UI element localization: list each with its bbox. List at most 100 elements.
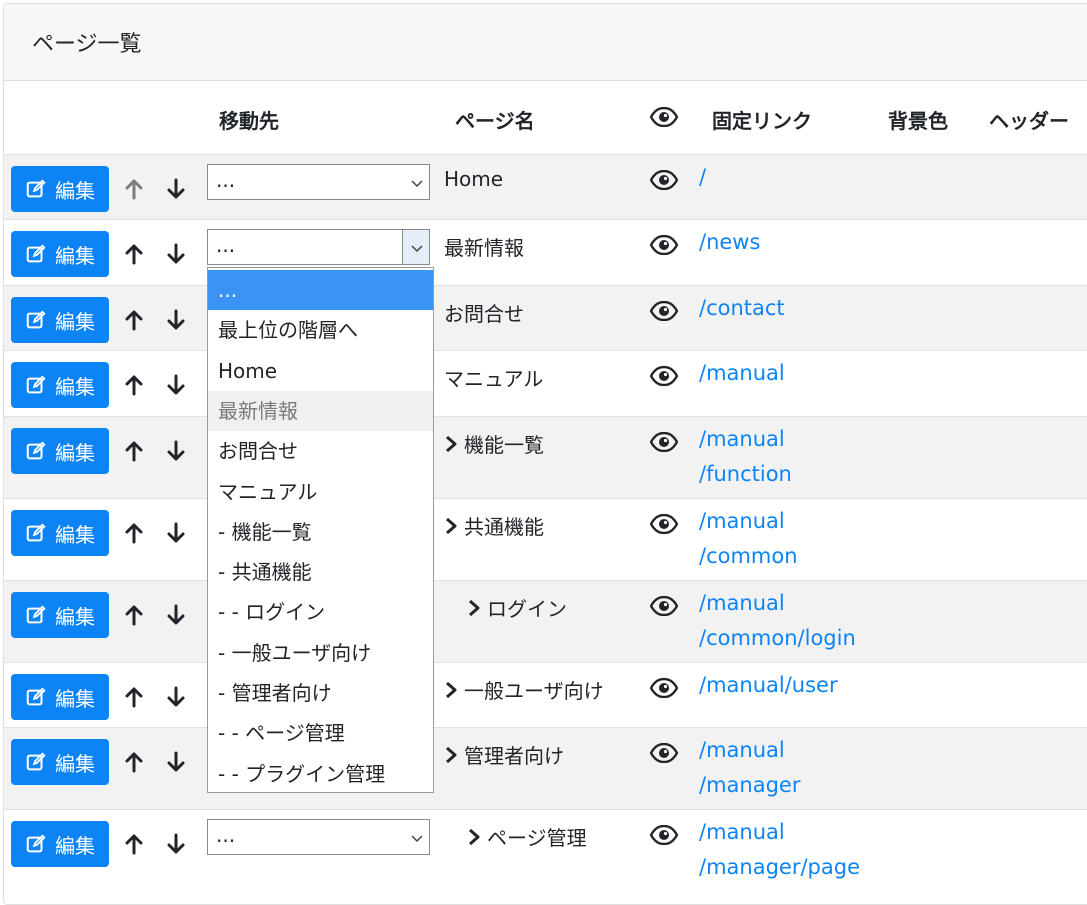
permalink-line-1[interactable]: /manual — [699, 504, 798, 539]
permalink-line-2[interactable]: /function — [699, 457, 792, 492]
edit-button[interactable]: 編集 — [11, 166, 109, 212]
dropdown-option: 最新情報 — [208, 390, 433, 431]
eye-icon[interactable] — [649, 234, 679, 256]
table-row: 編集... Home / — [4, 154, 1087, 220]
eye-icon[interactable] — [649, 595, 679, 617]
eye-icon[interactable] — [649, 300, 679, 322]
header-visibility-eye-icon — [649, 106, 679, 132]
eye-icon[interactable] — [649, 365, 679, 387]
move-down-arrow-icon[interactable] — [164, 439, 188, 463]
move-down-arrow-icon[interactable] — [164, 242, 188, 266]
header-page-name: ページ名 — [455, 109, 535, 133]
dropdown-option[interactable]: - 一般ユーザ向け — [208, 633, 433, 673]
edit-button[interactable]: 編集 — [11, 231, 109, 277]
permalink-line-1[interactable]: /manual — [699, 356, 785, 391]
permalink-line-2[interactable]: /common — [699, 539, 798, 574]
edit-button[interactable]: 編集 — [11, 821, 109, 867]
move-down-arrow-icon[interactable] — [164, 308, 188, 332]
dropdown-option[interactable]: - - ログイン — [208, 592, 433, 632]
permalink-link[interactable]: /manual — [699, 356, 785, 391]
permalink-link[interactable]: /manual/common — [699, 504, 798, 574]
permalink-line-1[interactable]: /manual — [699, 586, 856, 621]
move-down-arrow-icon[interactable] — [164, 685, 188, 709]
page-name-cell: 一般ユーザ向け — [444, 675, 604, 704]
header-bg-color: 背景色 — [888, 109, 948, 133]
page-name: 機能一覧 — [464, 433, 544, 457]
permalink-link[interactable]: /news — [699, 225, 760, 260]
edit-button[interactable]: 編集 — [11, 510, 109, 556]
table-row: 編集 管理者向け/manual/manager — [4, 727, 1087, 810]
move-up-arrow-icon[interactable] — [122, 439, 146, 463]
permalink-link[interactable]: /manual/function — [699, 422, 792, 492]
dropdown-option[interactable]: - - プラグイン管理 — [208, 754, 433, 794]
move-up-arrow-icon[interactable] — [122, 242, 146, 266]
table-row: 編集 機能一覧/manual/function — [4, 416, 1087, 499]
eye-icon[interactable] — [649, 742, 679, 764]
eye-icon[interactable] — [649, 677, 679, 699]
edit-icon — [25, 243, 47, 265]
header-move-to: 移動先 — [219, 109, 279, 133]
move-down-arrow-icon[interactable] — [164, 832, 188, 856]
dropdown-option[interactable]: - - ページ管理 — [208, 713, 433, 753]
move-up-arrow-icon[interactable] — [122, 685, 146, 709]
permalink-line-2[interactable]: /manager — [699, 768, 800, 803]
permalink-line-2[interactable]: /common/login — [699, 621, 856, 656]
edit-button[interactable]: 編集 — [11, 428, 109, 474]
dropdown-option[interactable]: - 管理者向け — [208, 673, 433, 713]
edit-button-label: 編集 — [55, 751, 95, 776]
move-down-arrow-icon[interactable] — [164, 177, 188, 201]
permalink-line-1[interactable]: /manual — [699, 422, 792, 457]
edit-button[interactable]: 編集 — [11, 592, 109, 638]
permalink-line-1[interactable]: /manual — [699, 815, 860, 850]
move-to-select[interactable]: ... — [207, 819, 430, 855]
move-up-arrow-icon[interactable] — [122, 521, 146, 545]
dropdown-option[interactable]: 最上位の階層へ — [208, 310, 433, 350]
eye-icon[interactable] — [649, 431, 679, 453]
eye-icon[interactable] — [649, 513, 679, 535]
dropdown-option[interactable]: - 機能一覧 — [208, 512, 433, 552]
page-name: 共通機能 — [464, 515, 544, 539]
permalink-line-2[interactable]: /manager/page — [699, 850, 860, 885]
dropdown-option[interactable]: Home — [208, 351, 433, 391]
move-down-arrow-icon[interactable] — [164, 373, 188, 397]
move-to-select[interactable]: ... — [207, 164, 430, 200]
move-down-arrow-icon[interactable] — [164, 521, 188, 545]
permalink-link[interactable]: /manual/user — [699, 668, 838, 703]
permalink-line-1[interactable]: /contact — [699, 291, 785, 326]
move-down-arrow-icon[interactable] — [164, 603, 188, 627]
page-name-cell: マニュアル — [444, 363, 543, 392]
permalink-link[interactable]: /manual/common/login — [699, 586, 856, 656]
move-up-arrow-icon[interactable] — [122, 308, 146, 332]
permalink-line-1[interactable]: /news — [699, 225, 760, 260]
move-to-dropdown-list[interactable]: ... 最上位の階層へ Home 最新情報 お問合せ マニュアル - 機能一覧 - 共通機能 -… — [207, 267, 434, 793]
dropdown-option[interactable]: - 共通機能 — [208, 552, 433, 592]
chevron-right-icon — [444, 746, 458, 764]
eye-icon[interactable] — [649, 824, 679, 846]
edit-button[interactable]: 編集 — [11, 362, 109, 408]
page-name-cell: ログイン — [467, 593, 567, 622]
move-up-arrow-icon[interactable] — [122, 750, 146, 774]
move-up-arrow-icon[interactable] — [122, 373, 146, 397]
page-name: Home — [444, 167, 504, 191]
edit-button[interactable]: 編集 — [11, 739, 109, 785]
permalink-link[interactable]: /manual/manager — [699, 733, 800, 803]
card-header: ページ一覧 — [4, 4, 1087, 81]
dropdown-option[interactable]: マニュアル — [208, 472, 433, 512]
permalink-line-1[interactable]: /manual/user — [699, 668, 838, 703]
permalink-line-1[interactable]: /manual — [699, 733, 800, 768]
move-up-arrow-icon[interactable] — [122, 177, 146, 201]
edit-button[interactable]: 編集 — [11, 297, 109, 343]
dropdown-option[interactable]: ... — [208, 270, 433, 310]
edit-button-label: 編集 — [55, 178, 95, 203]
move-up-arrow-icon[interactable] — [122, 832, 146, 856]
permalink-link[interactable]: /manual/manager/page — [699, 815, 860, 885]
move-up-arrow-icon[interactable] — [122, 603, 146, 627]
permalink-link[interactable]: / — [699, 160, 706, 195]
dropdown-option[interactable]: お問合せ — [208, 431, 433, 471]
move-to-select[interactable]: ... — [207, 229, 430, 265]
permalink-line-1[interactable]: / — [699, 160, 706, 195]
eye-icon[interactable] — [649, 169, 679, 191]
move-down-arrow-icon[interactable] — [164, 750, 188, 774]
edit-button[interactable]: 編集 — [11, 674, 109, 720]
permalink-link[interactable]: /contact — [699, 291, 785, 326]
